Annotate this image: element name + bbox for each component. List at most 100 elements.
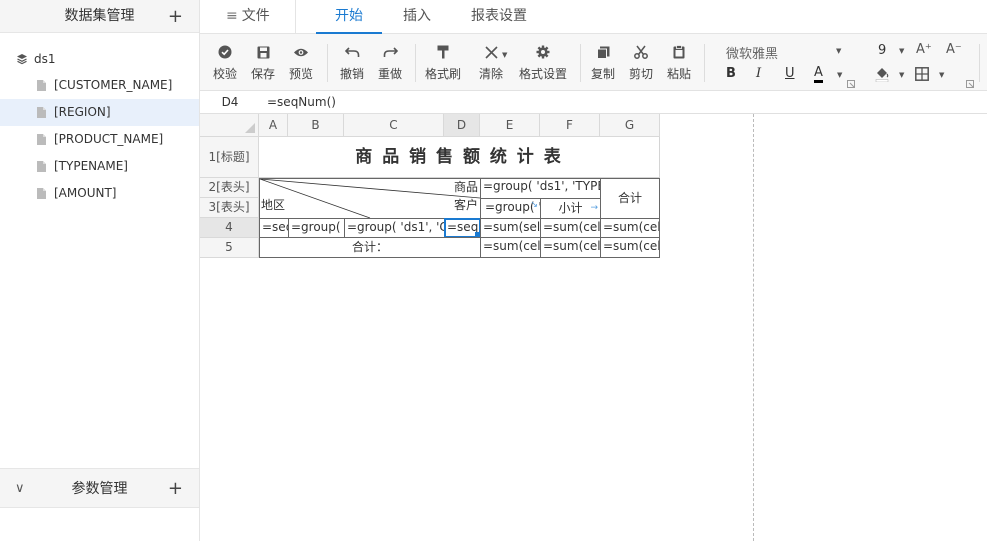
dataset-tree: ds1 [CUSTOMER_NAME] [REGION] [PRODUCT_NAME… xyxy=(0,33,199,207)
parameter-management-header[interactable]: ∨ 参数管理 + xyxy=(0,468,199,508)
dataset-field-label: [CUSTOMER_NAME] xyxy=(54,78,173,92)
column-header-f[interactable]: F xyxy=(540,114,600,137)
file-menu[interactable]: ≡ 文件 xyxy=(226,0,270,34)
format-settings-button[interactable]: 格式设置 xyxy=(517,42,569,82)
paste-button[interactable]: 粘贴 xyxy=(664,42,694,82)
dataset-field-item[interactable]: [TYPENAME] xyxy=(0,153,199,180)
font-dialog-launcher-icon[interactable] xyxy=(847,80,855,88)
undo-icon xyxy=(344,46,359,57)
column-header-e[interactable]: E xyxy=(480,114,540,137)
cell-g5[interactable]: =sum(cell('g4')) xyxy=(600,237,660,258)
preview-button[interactable]: 预览 xyxy=(286,42,316,82)
font-color-button[interactable]: A xyxy=(814,65,823,83)
total-header-cell[interactable]: 合计 xyxy=(600,178,660,219)
toolbar-divider xyxy=(415,44,416,82)
cell-e2[interactable]: =group( 'ds1', 'TYPENAME', 'TYPENAME') xyxy=(480,178,601,199)
cell-reference[interactable]: D4 xyxy=(200,91,260,114)
font-size-select[interactable]: 9 xyxy=(878,43,886,58)
redo-label: 重做 xyxy=(377,67,402,81)
column-header-g[interactable]: G xyxy=(600,114,660,137)
border-dropdown-icon[interactable]: ▼ xyxy=(939,71,944,79)
font-family-select[interactable]: 微软雅黑 xyxy=(726,43,778,62)
cell-g4[interactable]: =sum(cell('f4')) xyxy=(600,218,660,238)
font-color-dropdown-icon[interactable]: ▼ xyxy=(837,71,842,79)
decrease-font-icon[interactable]: A⁻ xyxy=(946,42,962,57)
dataset-field-item[interactable]: [CUSTOMER_NAME] xyxy=(0,72,199,99)
select-all-icon[interactable] xyxy=(245,123,255,133)
layers-icon xyxy=(17,54,27,65)
border-icon[interactable] xyxy=(915,67,929,81)
fill-color-icon[interactable] xyxy=(875,66,889,82)
dataset-field-label: [REGION] xyxy=(54,105,111,119)
cell-a4[interactable]: =seqNum() xyxy=(259,218,289,238)
redo-button[interactable]: 重做 xyxy=(375,42,405,82)
report-title-cell[interactable]: 商 品 销 售 额 统 计 表 xyxy=(259,137,660,178)
dataset-field-item[interactable]: [REGION] xyxy=(0,99,199,126)
italic-button[interactable]: I xyxy=(756,66,761,81)
row-header-5[interactable]: 5 xyxy=(200,238,259,258)
column-header-b[interactable]: B xyxy=(288,114,344,137)
column-header-c[interactable]: C xyxy=(344,114,444,137)
cell-c4[interactable]: =group( 'ds1', 'CUSTOMER_NAME') xyxy=(344,218,445,238)
copy-label: 复制 xyxy=(590,67,615,81)
save-button[interactable]: 保存 xyxy=(248,42,278,82)
fill-color-dropdown-icon[interactable]: ▼ xyxy=(899,71,904,79)
column-header-d[interactable]: D xyxy=(444,114,480,137)
cut-button[interactable]: 剪切 xyxy=(626,42,656,82)
page-break-line xyxy=(753,114,754,541)
undo-button[interactable]: 撤销 xyxy=(337,42,367,82)
subtotal-label: 小计 xyxy=(558,201,583,215)
align-dialog-launcher-icon[interactable] xyxy=(966,80,974,88)
cell-e4[interactable]: =sum(sel( 'ds1', 'AMOUNT')) xyxy=(480,218,541,238)
cell-e5[interactable]: =sum(cell('e4')) xyxy=(480,237,541,258)
close-icon xyxy=(484,45,498,59)
add-parameter-icon[interactable]: + xyxy=(168,469,183,509)
cell-e3[interactable]: =group( 'ds1', 'PRODUCT_NAME') ↘ xyxy=(480,198,541,219)
bold-button[interactable]: B xyxy=(726,66,736,81)
file-icon xyxy=(37,188,46,199)
tab-insert[interactable]: 插入 xyxy=(403,0,431,34)
cell-b4[interactable]: =group( 'ds1', 'REGION') xyxy=(288,218,345,238)
row-header-3[interactable]: 3[表头] xyxy=(200,198,259,218)
cell-f3[interactable]: 小计 → xyxy=(540,198,601,219)
formula-input[interactable]: =seqNum() xyxy=(267,91,336,114)
font-family-dropdown-icon[interactable]: ▼ xyxy=(836,47,841,55)
clear-button[interactable]: 清除 xyxy=(475,42,507,82)
region-axis-label: 地区 xyxy=(261,198,286,212)
file-menu-label: 文件 xyxy=(241,8,270,24)
dataset-node[interactable]: ds1 xyxy=(0,46,199,72)
scissors-icon xyxy=(634,45,648,59)
copy-icon xyxy=(596,46,609,59)
row-header-2[interactable]: 2[表头] xyxy=(200,178,259,198)
font-size-dropdown-icon[interactable]: ▼ xyxy=(899,47,904,55)
tab-start[interactable]: 开始 xyxy=(316,0,382,34)
add-dataset-icon[interactable]: + xyxy=(168,0,183,33)
expand-arrow-icon: → xyxy=(590,203,598,213)
chevron-down-icon[interactable]: ∨ xyxy=(15,469,25,509)
column-header-a[interactable]: A xyxy=(259,114,288,137)
dataset-field-label: [AMOUNT] xyxy=(54,186,117,200)
gear-icon xyxy=(536,45,550,59)
tab-report-settings[interactable]: 报表设置 xyxy=(471,0,527,34)
cell-d4-selected[interactable]: =seqNum() xyxy=(444,218,481,238)
increase-font-icon[interactable]: A⁺ xyxy=(916,42,932,57)
dataset-field-item[interactable]: [PRODUCT_NAME] xyxy=(0,126,199,153)
grand-total-label-cell[interactable]: 合计： xyxy=(259,237,481,258)
cut-label: 剪切 xyxy=(628,67,653,81)
underline-button[interactable]: U xyxy=(785,66,795,81)
row-header-4[interactable]: 4 xyxy=(200,218,259,238)
cell-f5[interactable]: =sum(cell('f4')) xyxy=(540,237,601,258)
copy-button[interactable]: 复制 xyxy=(588,42,618,82)
diagonal-header-cell[interactable]: 商品 客户 地区 xyxy=(259,178,481,219)
grid-corner[interactable] xyxy=(200,114,259,137)
file-icon xyxy=(37,161,46,172)
cell-f4[interactable]: =sum(cell('e4')) xyxy=(540,218,601,238)
format-painter-button[interactable]: 格式刷 xyxy=(423,42,463,82)
product-axis-label: 商品 xyxy=(453,180,478,194)
verify-button[interactable]: 校验 xyxy=(210,42,240,82)
dataset-field-item[interactable]: [AMOUNT] xyxy=(0,180,199,207)
format-painter-label: 格式刷 xyxy=(424,67,461,81)
row-header-1[interactable]: 1[标题] xyxy=(200,137,259,178)
save-label: 保存 xyxy=(250,67,275,81)
clear-dropdown-icon[interactable]: ▼ xyxy=(502,51,507,59)
